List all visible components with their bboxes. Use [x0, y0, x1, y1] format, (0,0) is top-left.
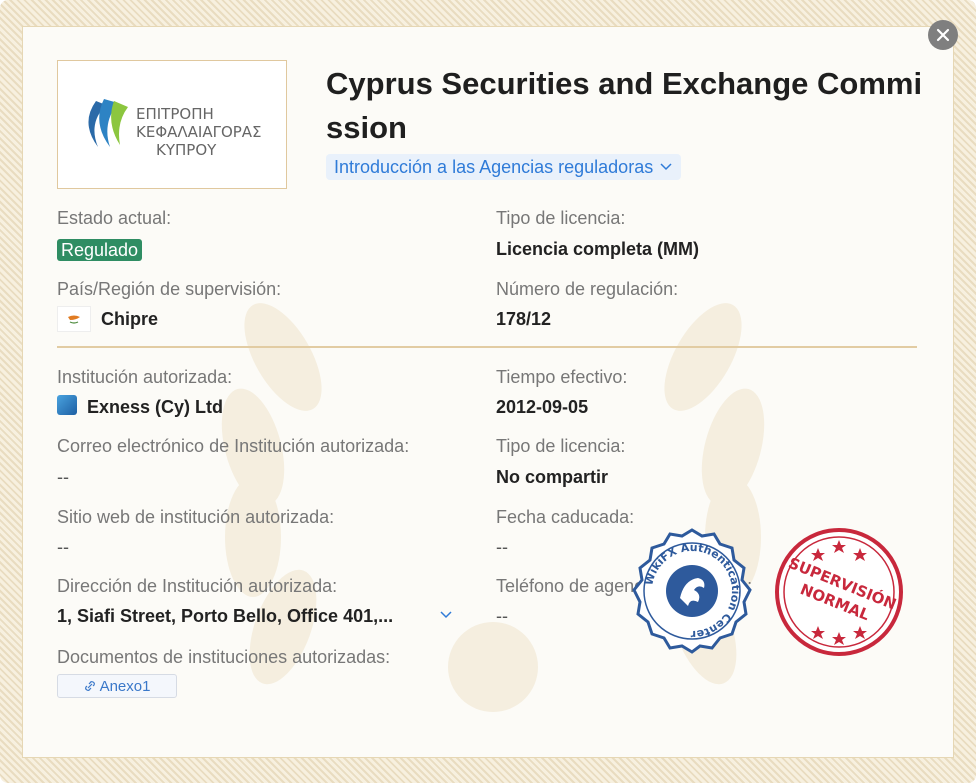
license-type-label: Tipo de licencia: [496, 208, 626, 228]
regulation-number-label: Número de regulación: [496, 279, 679, 299]
cyprus-flag-icon [57, 306, 91, 332]
license-type2-label: Tipo de licencia: [496, 436, 626, 456]
address-label: Dirección de Institución autorizada: [57, 576, 338, 596]
effective-time-label: Tiempo efectivo: [496, 367, 628, 387]
status-badge: Regulado [57, 239, 143, 261]
website-label: Sitio web de institución autorizada: [57, 507, 335, 527]
license-type-value: Licencia completa (MM) [496, 239, 700, 259]
cysec-emblem-icon: ΕΠΙΤΡΟΠΗ ΚΕΦΑΛΑΙΑΓΟΡΑΣ ΚΥΠΡΟΥ [88, 99, 262, 159]
annex-label: Anexo1 [99, 677, 151, 695]
country-value: Chipre [101, 309, 159, 329]
email-value: -- [57, 467, 69, 487]
section-divider [57, 346, 917, 348]
agency-intro-dropdown[interactable]: Introducción a las Agencias reguladoras [326, 154, 682, 180]
exness-logo-icon [57, 395, 77, 415]
address-value: 1, Siafi Street, Porto Bello, Office 401… [57, 606, 394, 626]
wikifx-authentication-stamp: WikiFX Authentication Center [632, 528, 752, 654]
license-type2-value: No compartir [496, 467, 609, 487]
website-value: -- [57, 537, 69, 557]
agency-intro-label: Introducción a las Agencias reguladoras [334, 156, 654, 177]
institution-label: Institución autorizada: [57, 367, 233, 387]
svg-text:ΕΠΙΤΡΟΠΗ: ΕΠΙΤΡΟΠΗ [136, 105, 214, 123]
expiry-date-label: Fecha caducada: [496, 507, 635, 527]
email-label: Correo electrónico de Institución autori… [57, 436, 410, 456]
phone-value: -- [496, 606, 508, 626]
status-label: Estado actual: [57, 208, 172, 228]
svg-text:ΚΕΦΑΛΑΙΑΓΟΡΑΣ: ΚΕΦΑΛΑΙΑΓΟΡΑΣ [136, 123, 262, 141]
close-button[interactable] [928, 20, 958, 50]
link-icon [84, 681, 95, 691]
chevron-down-icon [660, 163, 672, 171]
supervision-normal-stamp: SUPERVISIÓN NORMAL [775, 528, 903, 656]
close-icon [936, 28, 950, 42]
regulator-logo: ΕΠΙΤΡΟΠΗ ΚΕΦΑΛΑΙΑΓΟΡΑΣ ΚΥΠΡΟΥ [57, 60, 287, 189]
country-label: País/Región de supervisión: [57, 279, 282, 299]
documents-label: Documentos de instituciones autorizadas: [57, 647, 391, 667]
expiry-date-value: -- [496, 537, 508, 557]
effective-time-value: 2012-09-05 [496, 397, 589, 417]
address-expand-icon[interactable] [439, 610, 453, 620]
regulator-title: Cyprus Securities and Exchange Commissio… [326, 66, 923, 145]
regulation-number-value: 178/12 [496, 309, 552, 329]
svg-text:ΚΥΠΡΟΥ: ΚΥΠΡΟΥ [156, 141, 217, 159]
annex-link-button[interactable]: Anexo1 [57, 674, 177, 698]
institution-value[interactable]: Exness (Cy) Ltd [87, 397, 223, 418]
